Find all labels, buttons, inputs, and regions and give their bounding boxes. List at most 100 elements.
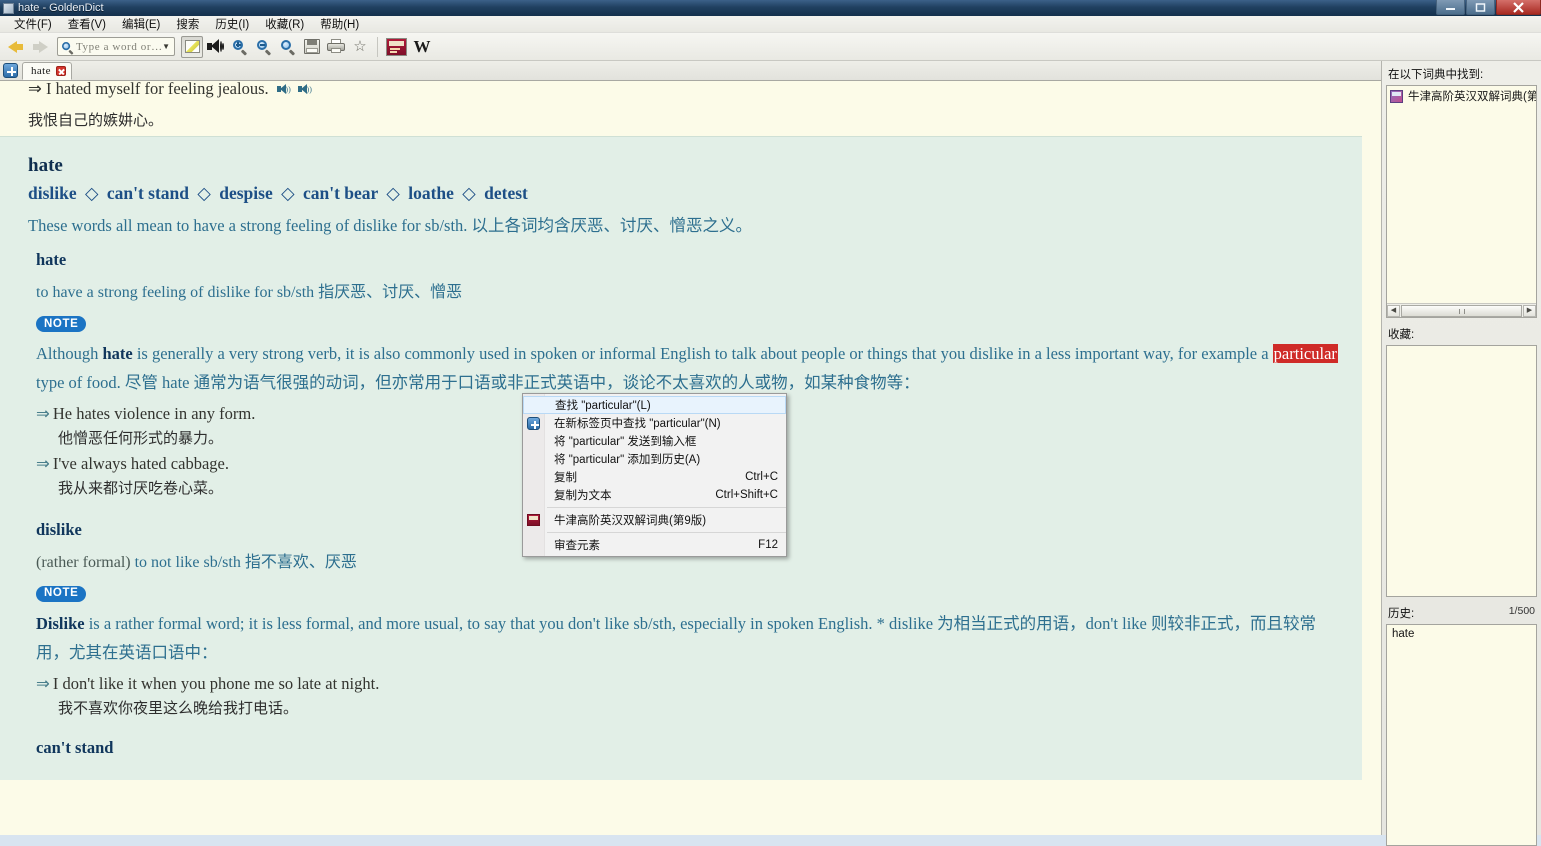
menu-item-label: 复制 [554, 472, 577, 484]
previous-example-en: ⇒ I hated myself for feeling jealous. ))… [28, 81, 1362, 99]
close-button[interactable] [1496, 0, 1541, 15]
dictionary-icon [385, 37, 407, 56]
dictionary-group-button[interactable] [384, 36, 408, 58]
toolbar-separator [377, 36, 378, 57]
list-item[interactable]: hate [1387, 625, 1536, 643]
save-icon [304, 39, 320, 54]
entry-note-hate: Although hate is generally a very strong… [36, 340, 1344, 398]
history-label: 历史: 1/500 [1382, 597, 1541, 624]
dictionary-icon [527, 514, 540, 526]
scan-popup-button[interactable] [181, 35, 203, 58]
zoom-reset-button[interactable] [277, 36, 299, 58]
favorites-list[interactable] [1386, 345, 1537, 597]
ctx-copy-as-text[interactable]: 复制为文本 Ctrl+Shift+C [523, 486, 786, 504]
print-button[interactable] [325, 36, 347, 58]
list-item[interactable]: 牛津高阶英汉双解词典(第9版) [1387, 86, 1536, 106]
found-in-dictionaries-list[interactable]: 牛津高阶英汉双解词典(第9版) ◀ ▶ [1386, 85, 1537, 318]
found-in-label-text: 在以下词典中找到: [1388, 69, 1484, 81]
example-en: ⇒ I don't like it when you phone me so la… [36, 674, 1344, 694]
tab-bar: hate [0, 61, 1541, 92]
note-post-text: type of food. 尽管 hate 通常为语气很强的动词，但亦常用于口语… [36, 372, 920, 392]
ctx-add-to-history[interactable]: 将 "particular" 添加到历史(A) [523, 450, 786, 468]
ctx-dictionary-oald9[interactable]: 牛津高阶英汉双解词典(第9版) [523, 511, 786, 529]
menu-item-label: 在新标签页中查找 "particular"(N) [554, 418, 721, 430]
found-in-hscrollbar[interactable]: ◀ ▶ [1387, 303, 1536, 317]
synonym-loathe[interactable]: loathe [408, 183, 454, 203]
definition-text: to not like sb/sth 指不喜欢、厌恶 [134, 553, 357, 571]
history-list[interactable]: hate [1386, 624, 1537, 846]
title-bar: hate - GoldenDict [0, 0, 1541, 16]
dictionary-icon [1390, 89, 1403, 103]
entry-definition-hate: to have a strong feeling of dislike for … [36, 284, 463, 301]
context-menu[interactable]: 查找 "particular"(L) 在新标签页中查找 "particular"… [522, 393, 787, 557]
speaker-icon-us[interactable]: )) [297, 84, 312, 95]
wikipedia-icon: W [413, 37, 431, 56]
note-mid-text: is a rather formal word; it is less form… [36, 613, 1316, 662]
menu-item-accelerator: F12 [758, 539, 778, 551]
synonym-dislike[interactable]: dislike [28, 183, 77, 203]
scrollbar-thumb[interactable] [1401, 304, 1522, 317]
menu-item-label: 将 "particular" 添加到历史(A) [554, 454, 701, 466]
example-text: He hates violence in any form. [52, 403, 256, 423]
menu-separator [547, 507, 786, 508]
speaker-icon [207, 39, 225, 54]
maximize-button[interactable] [1466, 0, 1495, 15]
ctx-lookup[interactable]: 查找 "particular"(L) [523, 396, 786, 414]
print-icon [327, 39, 345, 54]
ctx-copy[interactable]: 复制 Ctrl+C [523, 468, 786, 486]
menu-favorites[interactable]: 收藏(R) [257, 15, 312, 33]
back-button[interactable] [5, 36, 27, 58]
menu-view[interactable]: 查看(V) [60, 15, 114, 33]
scroll-right-button[interactable]: ▶ [1523, 304, 1536, 317]
ctx-lookup-new-tab[interactable]: 在新标签页中查找 "particular"(N) [523, 414, 786, 432]
selected-text[interactable]: particular [1272, 344, 1338, 363]
app-icon [3, 2, 14, 14]
menu-item-label: 审查元素 [554, 540, 600, 552]
menu-history[interactable]: 历史(I) [207, 15, 257, 33]
zoom-out-button[interactable] [253, 36, 275, 58]
scroll-left-button[interactable]: ◀ [1387, 304, 1400, 317]
previous-example-text: ⇒ I hated myself for feeling jealous. [28, 81, 269, 98]
example-zh: 我不喜欢你夜里这么晚给我打电话。 [58, 700, 299, 717]
history-count: 1/500 [1508, 605, 1535, 617]
back-arrow-icon [7, 39, 25, 55]
found-in-label: 在以下词典中找到: [1382, 61, 1541, 85]
save-button[interactable] [301, 36, 323, 58]
register-label: (rather formal) [36, 553, 131, 571]
zoom-in-button[interactable] [229, 36, 251, 58]
favorites-label-text: 收藏: [1388, 329, 1415, 341]
thesaurus-intro: These words all mean to have a strong fe… [28, 216, 753, 235]
forward-button[interactable] [29, 36, 51, 58]
tab-hate[interactable]: hate [22, 62, 72, 80]
minimize-button[interactable] [1436, 0, 1465, 15]
diamond-icon: ◇ [281, 183, 295, 203]
menu-search[interactable]: 搜索 [168, 15, 207, 33]
synonym-despise[interactable]: despise [219, 183, 272, 203]
synonym-detest[interactable]: detest [484, 183, 528, 203]
ctx-inspect-element[interactable]: 审查元素 F12 [523, 536, 786, 554]
zoom-reset-icon [280, 39, 296, 55]
right-sidebar: 在以下词典中找到: 牛津高阶英汉双解词典(第9版) ◀ ▶ 收藏: 历史: 1/… [1381, 61, 1541, 846]
add-favorite-button[interactable]: ☆ [349, 36, 371, 58]
arrow-icon: ⇒ [36, 453, 50, 473]
ctx-send-to-input[interactable]: 将 "particular" 发送到输入框 [523, 432, 786, 450]
menu-file[interactable]: 文件(F) [6, 15, 60, 33]
note-pre-text: Although [36, 344, 103, 363]
zoom-in-icon [232, 39, 248, 55]
note-badge: NOTE [36, 316, 87, 332]
wikipedia-group-button[interactable]: W [410, 36, 434, 58]
menu-help[interactable]: 帮助(H) [312, 15, 367, 33]
synonym-cant-stand[interactable]: can't stand [107, 183, 189, 203]
new-tab-button[interactable] [3, 63, 18, 78]
note-bold-word: hate [102, 344, 133, 363]
search-input-wrapper[interactable]: Type a word or… ▼ [57, 37, 175, 56]
pronounce-button[interactable] [205, 36, 227, 58]
search-input[interactable]: Type a word or… [76, 41, 162, 53]
dropdown-arrow-icon[interactable]: ▼ [162, 42, 170, 51]
close-icon[interactable] [55, 66, 66, 76]
menu-edit[interactable]: 编辑(E) [114, 15, 168, 33]
example-text: I've always hated cabbage. [52, 453, 229, 473]
speaker-icon-uk[interactable]: )) [276, 84, 291, 95]
history-label-text: 历史: [1388, 608, 1415, 620]
synonym-cant-bear[interactable]: can't bear [303, 183, 378, 203]
